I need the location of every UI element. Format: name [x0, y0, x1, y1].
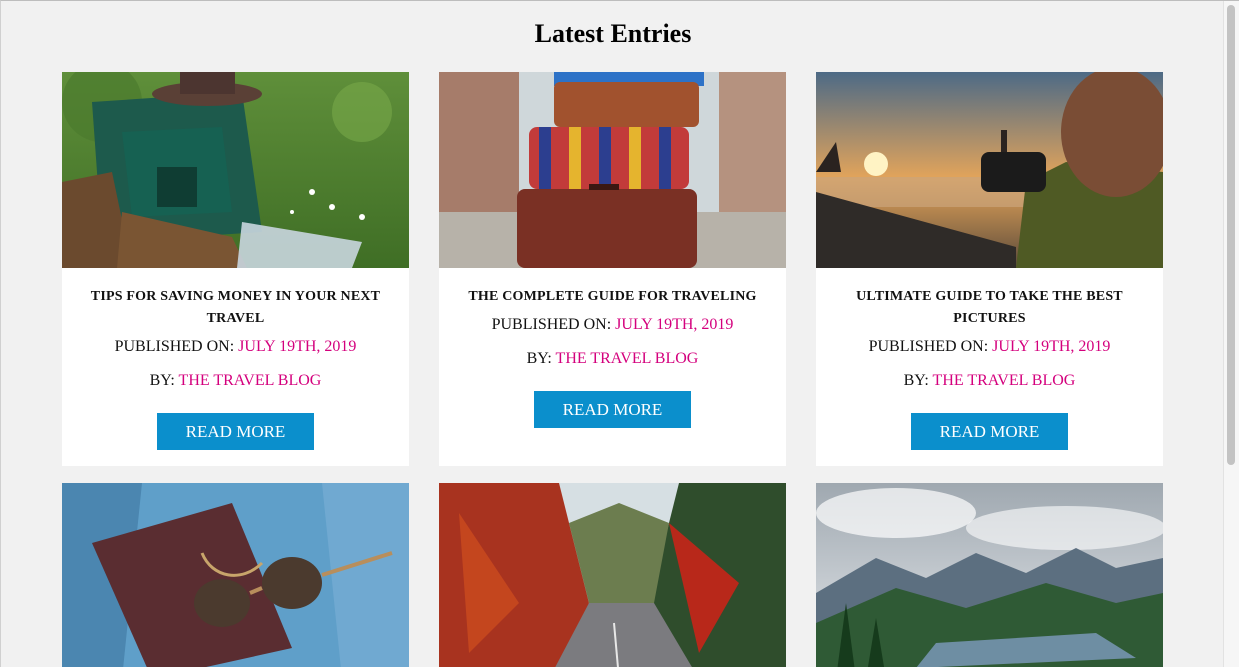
photographer-sunset-photo[interactable] — [816, 72, 1163, 268]
published-line: PUBLISHED ON: JULY 19TH, 2019 — [492, 315, 734, 335]
author-label: BY: — [526, 350, 552, 367]
entry-card — [62, 483, 409, 667]
published-date: JULY 19TH, 2019 — [615, 316, 734, 333]
author-line: BY: THE TRAVEL BLOG — [904, 371, 1076, 391]
entry-title[interactable]: TIPS FOR SAVING MONEY IN YOUR NEXT TRAVE… — [82, 286, 389, 330]
entry-card — [439, 483, 786, 667]
published-date: JULY 19TH, 2019 — [238, 338, 357, 355]
published-date: JULY 19TH, 2019 — [992, 338, 1111, 355]
published-label: PUBLISHED ON: — [491, 316, 612, 333]
published-line: PUBLISHED ON: JULY 19TH, 2019 — [115, 337, 357, 357]
stacked-suitcases-photo[interactable] — [439, 72, 786, 268]
author-label: BY: — [149, 372, 175, 389]
read-more-button[interactable]: READ MORE — [534, 391, 691, 428]
read-more-button[interactable]: READ MORE — [157, 413, 314, 450]
author-line: BY: THE TRAVEL BLOG — [150, 371, 322, 391]
entry-card — [816, 483, 1163, 667]
mountain-lake-photo[interactable] — [816, 483, 1163, 667]
author-label: BY: — [903, 372, 929, 389]
author-link[interactable]: THE TRAVEL BLOG — [933, 372, 1076, 389]
browser-viewport: Latest Entries TIPS FOR SAVING MONEY IN … — [0, 0, 1239, 667]
entry-card: THE COMPLETE GUIDE FOR TRAVELING PUBLISH… — [439, 72, 786, 466]
page-title: Latest Entries — [534, 19, 692, 48]
author-link[interactable]: THE TRAVEL BLOG — [556, 350, 699, 367]
scrollbar-thumb[interactable] — [1227, 5, 1235, 465]
autumn-road-photo[interactable] — [439, 483, 786, 667]
entry-card: ULTIMATE GUIDE TO TAKE THE BEST PICTURES… — [816, 72, 1163, 466]
published-label: PUBLISHED ON: — [114, 338, 235, 355]
passport-sunglasses-photo[interactable] — [62, 483, 409, 667]
author-line: BY: THE TRAVEL BLOG — [527, 349, 699, 369]
published-line: PUBLISHED ON: JULY 19TH, 2019 — [869, 337, 1111, 357]
backpack-and-boots-photo[interactable] — [62, 72, 409, 268]
author-link[interactable]: THE TRAVEL BLOG — [179, 372, 322, 389]
published-label: PUBLISHED ON: — [868, 338, 989, 355]
entry-title[interactable]: ULTIMATE GUIDE TO TAKE THE BEST PICTURES — [836, 286, 1143, 330]
entry-card: TIPS FOR SAVING MONEY IN YOUR NEXT TRAVE… — [62, 72, 409, 466]
vertical-scrollbar[interactable] — [1223, 1, 1239, 667]
read-more-button[interactable]: READ MORE — [911, 413, 1068, 450]
entry-title[interactable]: THE COMPLETE GUIDE FOR TRAVELING — [468, 286, 756, 308]
entries-grid: TIPS FOR SAVING MONEY IN YOUR NEXT TRAVE… — [62, 72, 1163, 667]
